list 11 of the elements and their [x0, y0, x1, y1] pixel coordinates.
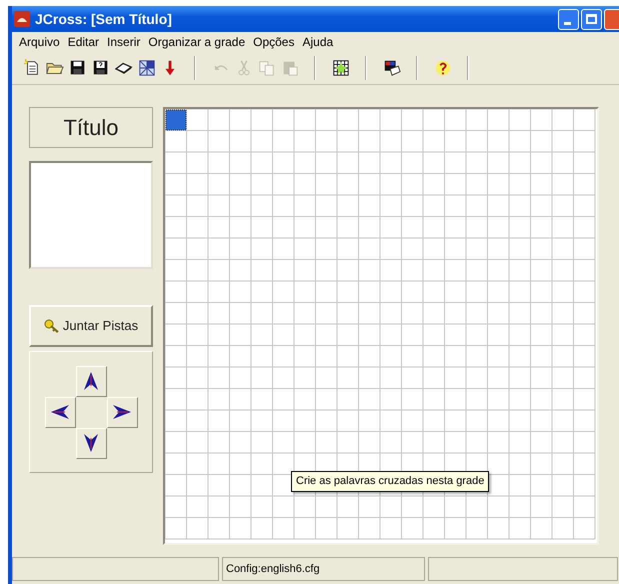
menu-item[interactable]: Ajuda [298, 33, 338, 51]
menu-item[interactable]: Arquivo [15, 33, 64, 51]
status-text: Config:english6.cfg [226, 562, 320, 577]
tooltip: Crie as palavras cruzadas nesta grade [291, 471, 490, 492]
join-clues-button[interactable]: Juntar Pistas [29, 305, 153, 347]
menu-item[interactable]: Opções [249, 33, 298, 51]
window-title: JCross: [Sem Título] [35, 10, 172, 29]
title-button[interactable]: Título [29, 107, 153, 148]
menu-item[interactable]: Inserir [103, 33, 144, 51]
menu-item[interactable]: Organizar a grade [144, 33, 250, 51]
menu-item[interactable]: Editar [64, 33, 104, 51]
